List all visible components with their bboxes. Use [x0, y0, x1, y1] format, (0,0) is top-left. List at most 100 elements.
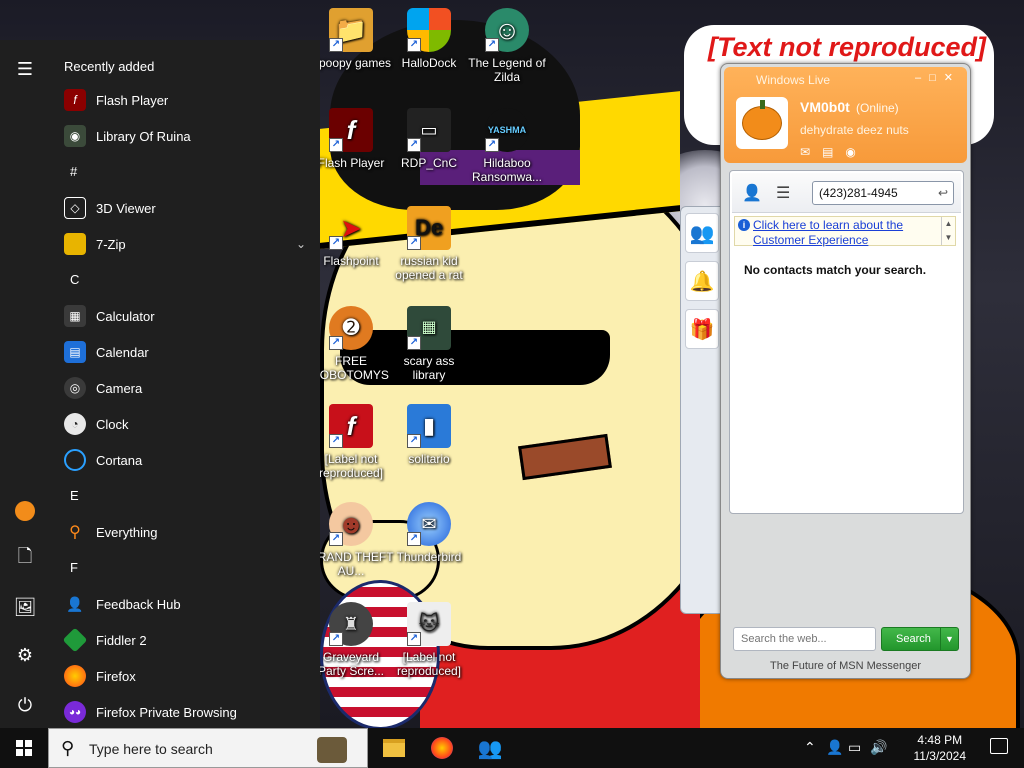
app-row-fiddler-2[interactable]: Fiddler 2 — [50, 622, 320, 658]
search-button-label: Search — [896, 633, 931, 645]
feedback-icon: 👤 — [66, 595, 84, 612]
chevron-down-icon[interactable]: ▼ — [940, 628, 958, 650]
app-row-flash-player[interactable]: f Flash Player — [50, 82, 320, 118]
app-row-calculator[interactable]: ▦ Calculator — [50, 298, 320, 334]
desktop-icon-russian-kid[interactable]: De ↗ russian kid opened a rat — [386, 206, 472, 282]
display-name[interactable]: VM0b0t — [800, 99, 850, 115]
minimize-icon[interactable]: – — [915, 72, 929, 84]
desktop-icon-flash-player[interactable]: f ↗ Flash Player — [308, 108, 394, 170]
contact-search-input[interactable] — [812, 181, 954, 205]
promo-scroll-arrows[interactable]: ▲ ▼ — [941, 217, 955, 245]
desktop-icon-hildaboo[interactable]: YASHMA ↗ Hildaboo Ransomwa... — [464, 108, 550, 184]
app-row-7-zip[interactable]: 7-Zip ⌄ — [50, 226, 320, 262]
app-row-camera[interactable]: ◎ Camera — [50, 370, 320, 406]
mail-icon[interactable]: ✉ — [800, 145, 822, 159]
customer-experience-link[interactable]: Click here to learn about the Customer E… — [753, 218, 933, 248]
clear-search-icon[interactable]: ↩ — [938, 186, 948, 200]
firefox-private-icon: ◕◕ — [64, 701, 86, 723]
personal-message[interactable]: dehydrate deez nuts — [800, 123, 909, 137]
clock[interactable]: 4:48 PM 11/3/2024 — [914, 732, 967, 764]
app-row-firefox-private[interactable]: ◕◕ Firefox Private Browsing — [50, 694, 320, 730]
desktop-icon-solitario[interactable]: ▮ ↗ solitario — [386, 404, 472, 466]
start-button[interactable] — [0, 728, 48, 768]
firefox-icon — [64, 665, 86, 687]
desktop-icon-label: Hildaboo Ransomwa... — [471, 156, 543, 184]
letter-heading-f[interactable]: F — [50, 550, 320, 586]
notification-icon[interactable] — [990, 738, 1008, 754]
app-label: Camera — [96, 380, 143, 396]
app-row-feedback-hub[interactable]: 👤 Feedback Hub — [50, 586, 320, 622]
web-search-input[interactable] — [733, 627, 876, 651]
app-row-library-of-ruina[interactable]: ◉ Library Of Ruina — [50, 118, 320, 154]
app-row-cortana[interactable]: Cortana — [50, 442, 320, 478]
chevron-up-icon[interactable]: ⌃ — [804, 739, 816, 756]
spaces-icon[interactable]: ▤ — [822, 145, 845, 159]
cube-icon: ◇ — [64, 197, 86, 219]
search-placeholder: Type here to search — [89, 741, 213, 757]
desktop-icon-third-exe[interactable]: f ↗ [Label not reproduced] — [308, 404, 394, 480]
web-search-button[interactable]: Search ▼ — [881, 627, 959, 651]
hamburger-icon[interactable]: ☰ — [10, 54, 40, 84]
start-menu: ☰ 🗋 🖼 ⚙ ⏻ Recently added f Flash Player … — [0, 40, 320, 728]
status-selector[interactable]: (Online) — [856, 101, 899, 115]
system-tray: ⌃ 👤 ▭ 🔊 4:48 PM 11/3/2024 — [804, 728, 1024, 768]
network-icon[interactable]: ▭ — [848, 739, 861, 756]
maximize-icon[interactable]: □ — [929, 72, 944, 84]
user-avatar-icon[interactable] — [10, 496, 40, 526]
desktop-icon-spoopy-games[interactable]: 📁 ↗ Spoopy games — [308, 8, 394, 70]
app-row-clock[interactable]: ◔ Clock — [50, 406, 320, 442]
app-row-everything[interactable]: ⚲ Everything — [50, 514, 320, 550]
start-menu-rail: ☰ 🗋 🖼 ⚙ ⏻ — [0, 40, 50, 728]
quick-actions: ✉▤◉ — [800, 145, 868, 159]
desktop-icon-label: Thunderbird — [396, 550, 462, 564]
power-icon[interactable]: ⏻ — [10, 690, 40, 720]
close-icon[interactable]: ✕ — [944, 72, 961, 84]
search-highlight-icon — [317, 737, 347, 763]
desktop-icon-label: Flashpoint — [323, 254, 379, 268]
taskbar-search[interactable]: ⚲ Type here to search — [48, 728, 368, 768]
msn-profile-header: Windows Live –□✕ VM0b0t (Online) dehydra… — [724, 67, 967, 163]
file-explorer-icon[interactable] — [374, 732, 414, 764]
firefox-icon[interactable] — [422, 732, 462, 764]
desktop-icon-graveyard-party[interactable]: ♜ ↗ Graveyard Party Scre... — [308, 602, 394, 678]
search-icon: ⚲ — [61, 738, 75, 758]
fiddler-icon — [62, 627, 88, 653]
app-label: Firefox Private Browsing — [96, 704, 237, 720]
app-label: Calendar — [96, 344, 149, 360]
contact-list-panel: 👤 ☰ ↩ i Click here to learn about the Cu… — [729, 170, 964, 514]
avatar[interactable] — [736, 97, 788, 149]
chevron-down-icon[interactable]: ⌄ — [296, 237, 306, 251]
letter-heading-e[interactable]: E — [50, 478, 320, 514]
msn-tray-icon[interactable]: 👤 — [826, 739, 843, 756]
letter-heading-hash[interactable]: # — [50, 154, 320, 190]
view-options-icon[interactable]: ☰ — [776, 183, 790, 203]
desktop-icon-scary-ass-library[interactable]: ▦ ↗ scary ass library — [386, 306, 472, 382]
contacts-tab-icon[interactable]: 👥 — [685, 213, 719, 253]
desktop-icon-grand-theft-au[interactable]: ☻ ↗ GRAND THEFT AU... — [308, 502, 394, 578]
desktop-icon-rdp-cnc[interactable]: ▭ ↗ RDP_CnC — [386, 108, 472, 170]
volume-icon[interactable]: 🔊 — [870, 739, 887, 756]
bell-tab-icon[interactable]: 🔔 — [685, 261, 719, 301]
app-row-calendar[interactable]: ▤ Calendar — [50, 334, 320, 370]
app-row-3d-viewer[interactable]: ◇ 3D Viewer — [50, 190, 320, 226]
settings-icon[interactable]: ⚙ — [10, 640, 40, 670]
gifts-tab-icon[interactable]: 🎁 — [685, 309, 719, 349]
letter-heading-c[interactable]: C — [50, 262, 320, 298]
info-icon: i — [738, 219, 750, 231]
clock-date: 11/3/2024 — [913, 749, 967, 763]
game-character-icon: ☺ ↗ — [485, 8, 529, 52]
documents-icon[interactable]: 🗋 — [10, 544, 40, 574]
flashpoint-icon: ➤ ↗ — [329, 206, 373, 250]
desktop-icon-flashpoint[interactable]: ➤ ↗ Flashpoint — [308, 206, 394, 268]
desktop-icon-hallodock[interactable]: ↗ HalloDock — [386, 8, 472, 70]
desktop-icon-thunderbird[interactable]: ✉ ↗ Thunderbird — [386, 502, 472, 564]
pictures-icon[interactable]: 🖼 — [10, 592, 40, 622]
desktop-icon-pixel-cat[interactable]: 🐱 ↗ [Label not reproduced] — [386, 602, 472, 678]
msn-messenger-icon[interactable]: 👥 — [470, 732, 510, 764]
app-row-firefox[interactable]: Firefox — [50, 658, 320, 694]
desktop-icon-free-lobotomys[interactable]: ➋ ↗ FREE LOBOTOMYS — [308, 306, 394, 382]
cortana-icon — [64, 449, 86, 471]
desktop-icon-legend-of-zilda[interactable]: ☺ ↗ The Legend of Zilda — [464, 8, 550, 84]
news-icon[interactable]: ◉ — [845, 145, 867, 159]
add-contact-icon[interactable]: 👤 — [742, 183, 762, 203]
